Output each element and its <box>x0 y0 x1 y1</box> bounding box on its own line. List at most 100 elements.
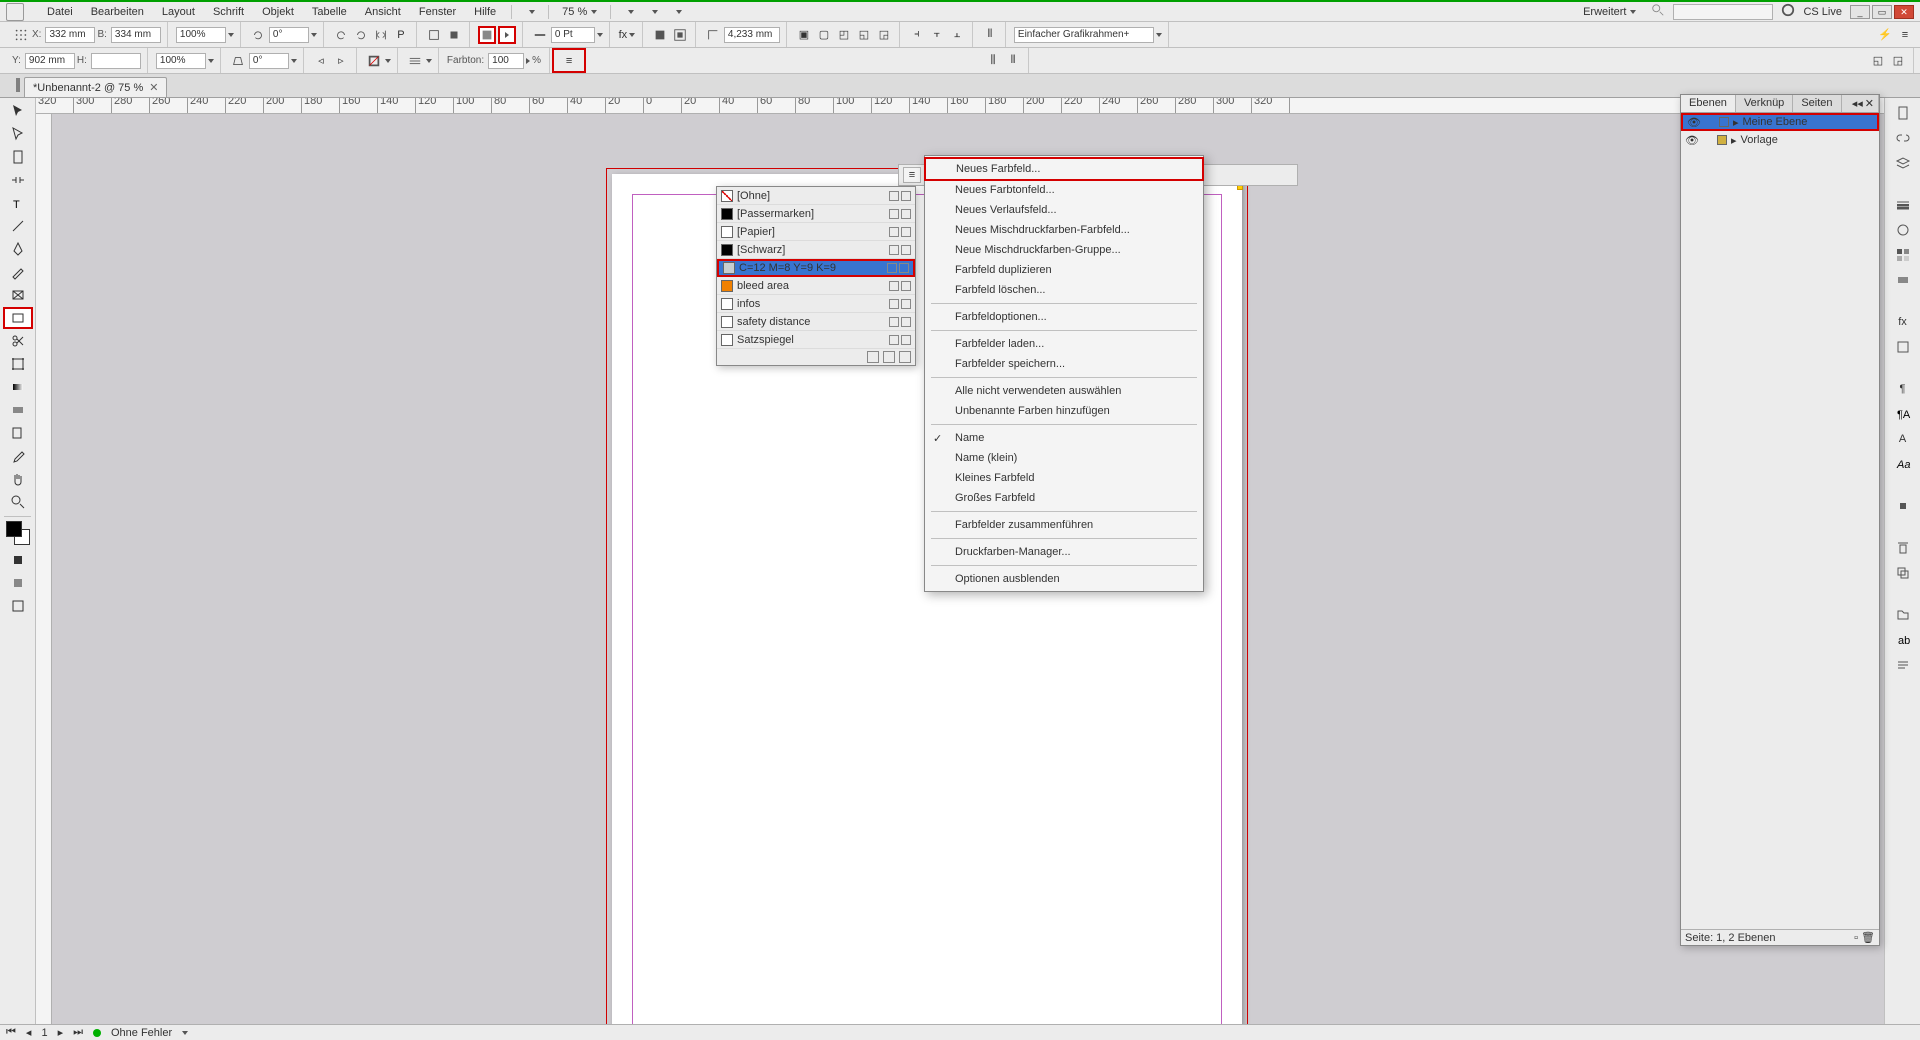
swatch-panel-toggle[interactable]: ≡ <box>560 52 578 70</box>
swatch-row[interactable]: C=12 M=8 Y=9 K=9 <box>717 259 915 277</box>
preflight-status-label[interactable]: Ohne Fehler <box>111 1027 172 1039</box>
view-options-2[interactable] <box>641 7 665 17</box>
direct-selection-tool[interactable] <box>3 123 33 145</box>
view-mode-icon[interactable] <box>3 595 33 617</box>
rectangle-frame-tool[interactable] <box>3 284 33 306</box>
maximize-button[interactable]: ▭ <box>1872 5 1892 19</box>
tab-dock-handle[interactable] <box>10 73 24 97</box>
workspace-dropdown[interactable]: Erweitert <box>1576 3 1643 21</box>
menu-hilfe[interactable]: Hilfe <box>465 4 505 20</box>
panel-close-icon[interactable]: ✕ <box>1865 97 1874 110</box>
menu-fenster[interactable]: Fenster <box>410 4 465 20</box>
menu-item[interactable]: Großes Farbfeld <box>925 488 1203 508</box>
fill-frame-icon[interactable]: ◱ <box>855 26 873 44</box>
document-tab[interactable]: *Unbenannt-2 @ 75 % ✕ <box>24 77 167 97</box>
rotate-ccw-icon[interactable] <box>332 26 350 44</box>
hand-tool[interactable] <box>3 468 33 490</box>
select-content-icon[interactable] <box>445 26 463 44</box>
rotation-field[interactable] <box>269 27 309 43</box>
stroke-panel-icon[interactable] <box>1888 193 1918 217</box>
page-nav-next-icon[interactable]: ▸ <box>58 1026 64 1039</box>
apply-gradient-icon[interactable] <box>3 572 33 594</box>
tab-ebenen[interactable]: Ebenen <box>1681 95 1736 112</box>
eyedropper-tool[interactable] <box>3 445 33 467</box>
prev-obj-icon[interactable]: ◃ <box>312 52 330 70</box>
menu-item[interactable]: Name (klein) <box>925 448 1203 468</box>
zoom-dropdown[interactable]: 75 % <box>555 3 604 21</box>
menu-item[interactable]: Optionen ausblenden <box>925 569 1203 589</box>
swatch-row[interactable]: infos <box>717 295 915 313</box>
menu-item[interactable]: Alle nicht verwendeten auswählen <box>925 381 1203 401</box>
farbton-field[interactable] <box>488 53 524 69</box>
scissors-tool[interactable] <box>3 330 33 352</box>
layer-row[interactable]: 👁▸Meine Ebene <box>1681 113 1879 131</box>
menu-item[interactable]: Farbfelder laden... <box>925 334 1203 354</box>
cslive-icon[interactable] <box>1781 3 1795 20</box>
gradient-panel-icon[interactable] <box>1888 268 1918 292</box>
preflight-menu-icon[interactable] <box>182 1031 188 1035</box>
expand-icon[interactable]: ◱ <box>1869 52 1887 70</box>
scaley-field[interactable] <box>156 53 206 69</box>
panel-menu-icon[interactable]: ≡ <box>1896 26 1914 44</box>
flip-v-icon[interactable]: P <box>392 26 410 44</box>
menu-item[interactable]: Neues Farbtonfeld... <box>925 180 1203 200</box>
align-center-icon[interactable]: ⫟ <box>928 26 946 44</box>
fit-prop-icon[interactable]: ◰ <box>835 26 853 44</box>
gap-tool[interactable] <box>3 169 33 191</box>
fit-content-icon[interactable]: ▢ <box>815 26 833 44</box>
character-panel-icon[interactable]: A <box>1888 427 1918 451</box>
visibility-icon[interactable]: 👁 <box>1685 134 1699 147</box>
menu-datei[interactable]: Datei <box>38 4 82 20</box>
delete-layer-icon[interactable]: 🗑 <box>1861 932 1875 944</box>
menu-item[interactable]: ✓Name <box>925 428 1203 448</box>
pathfinder-icon[interactable] <box>1888 561 1918 585</box>
quickapply-icon[interactable]: ⚡ <box>1876 26 1894 44</box>
effects-icon[interactable]: fx <box>618 26 636 44</box>
apply-color-icon[interactable] <box>3 549 33 571</box>
dist-v-icon[interactable]: ⫴ <box>1004 52 1022 70</box>
menu-layout[interactable]: Layout <box>153 4 204 20</box>
textwrap-bounding-icon[interactable] <box>671 26 689 44</box>
para-styles-icon[interactable]: ¶A <box>1888 402 1918 426</box>
rotate-cw-icon[interactable] <box>352 26 370 44</box>
cslive-label[interactable]: CS Live <box>1803 6 1842 18</box>
disclosure-icon[interactable]: ▸ <box>1733 116 1739 129</box>
text-wrap-panel-icon[interactable] <box>1888 494 1918 518</box>
align-right-icon[interactable]: ⫠ <box>948 26 966 44</box>
page-number[interactable]: 1 <box>41 1027 47 1039</box>
line-tool[interactable] <box>3 215 33 237</box>
object-styles-icon[interactable] <box>1888 335 1918 359</box>
textwrap-none-icon[interactable] <box>651 26 669 44</box>
visibility-icon[interactable]: 👁 <box>1687 116 1701 129</box>
zoom-tool[interactable] <box>3 491 33 513</box>
scalex-field[interactable] <box>176 27 226 43</box>
align-left-icon[interactable]: ⫞ <box>908 26 926 44</box>
pen-tool[interactable] <box>3 238 33 260</box>
align-panel-icon[interactable] <box>1888 536 1918 560</box>
color-panel-icon[interactable] <box>1888 218 1918 242</box>
show-swatch-list-icon[interactable] <box>867 351 879 363</box>
menu-bearbeiten[interactable]: Bearbeiten <box>82 4 153 20</box>
tab-verknuep[interactable]: Verknüp <box>1736 95 1793 112</box>
menu-item[interactable]: Neue Mischdruckfarben-Gruppe... <box>925 240 1203 260</box>
select-container-icon[interactable] <box>425 26 443 44</box>
close-button[interactable]: ✕ <box>1894 5 1914 19</box>
tabs-panel-icon[interactable] <box>1888 603 1918 627</box>
new-layer-icon[interactable]: ▫ <box>1854 932 1858 944</box>
corner-field[interactable] <box>724 27 780 43</box>
rectangle-tool[interactable] <box>3 307 33 329</box>
page-nav-last-icon[interactable]: ⏭ <box>73 1026 83 1039</box>
strokestyle-icon[interactable] <box>406 52 424 70</box>
stroke-field[interactable] <box>551 27 595 43</box>
gradient-swatch-tool[interactable] <box>3 376 33 398</box>
help-search-input[interactable] <box>1673 4 1773 20</box>
view-options-1[interactable] <box>617 7 641 17</box>
glyphs-panel-icon[interactable]: ab <box>1888 628 1918 652</box>
layer-row[interactable]: 👁▸Vorlage <box>1681 131 1879 149</box>
effects-panel-icon[interactable]: fx <box>1888 310 1918 334</box>
dist-h-icon[interactable]: ⫼ <box>984 52 1002 70</box>
char-styles-icon[interactable]: Aa <box>1888 452 1918 476</box>
fill-icon[interactable] <box>478 26 496 44</box>
page-nav-prev-icon[interactable]: ◂ <box>26 1026 32 1039</box>
pencil-tool[interactable] <box>3 261 33 283</box>
